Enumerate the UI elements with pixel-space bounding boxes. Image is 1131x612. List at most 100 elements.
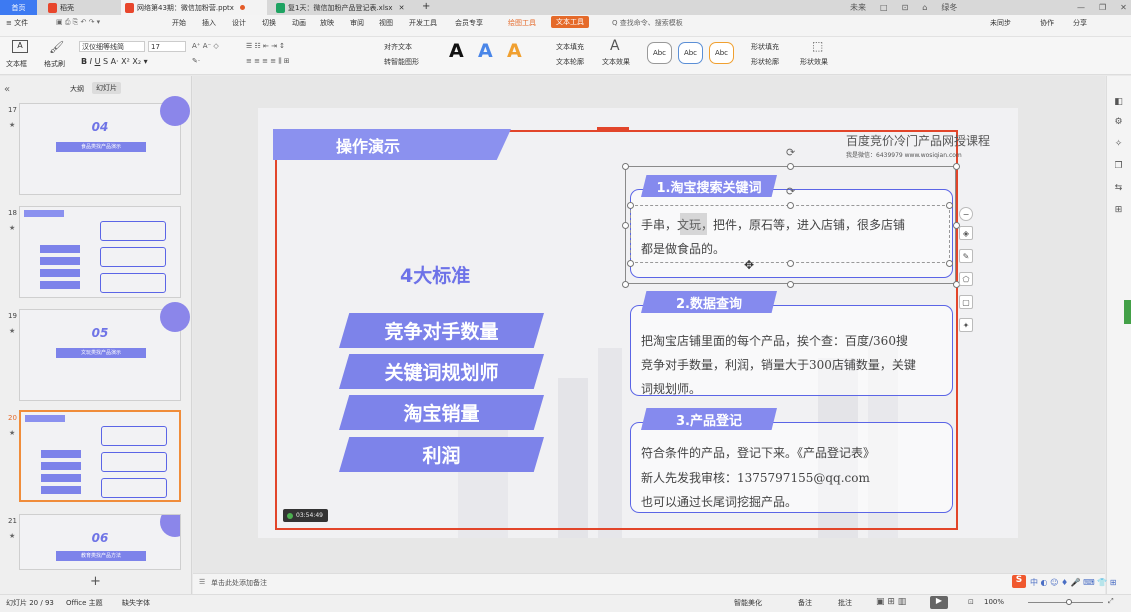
collab-button[interactable]: 协作 [1040,18,1054,28]
shape-effect-button[interactable]: 形状效果 [800,57,828,67]
fit-icon[interactable]: ⊡ [968,598,974,606]
slide-thumbnail-20[interactable] [19,410,181,502]
screen-icon[interactable]: ⊡ [902,3,909,12]
list-buttons[interactable]: ☰ ☷ ⇤ ⇥ ↕ [246,42,285,50]
smart-beautify[interactable]: 智能美化 [734,598,762,608]
add-slide-button[interactable]: + [90,574,101,589]
notes-placeholder[interactable]: 单击此处添加备注 [211,578,267,588]
font-name-select[interactable]: 汉仪细等线简 [79,41,145,52]
resize-handle[interactable] [787,260,794,267]
zoom-level[interactable]: 100% [984,598,1004,606]
align-text-button[interactable]: 对齐文本 [384,42,412,52]
play-slideshow-icon[interactable]: ▶ [930,596,948,609]
resize-handle[interactable] [787,202,794,209]
standard-item-1[interactable]: 竞争对手数量 [339,313,544,348]
slide-thumbnail-21[interactable]: 06 教育类找产品方法 [19,514,181,570]
shape-style-2[interactable]: Abc [678,42,703,64]
rotate-handle-icon[interactable]: ⟳ [786,146,795,159]
menu-insert[interactable]: 插入 [202,18,216,28]
tab-xlsx[interactable]: 复1天：微信加粉产品登记表.xlsx ✕ [272,0,412,15]
font-size-select[interactable]: 17 [148,41,186,52]
slide-title[interactable]: 操作演示 [273,129,511,160]
text-style-black[interactable]: A [449,40,464,62]
close-icon[interactable]: ✕ [1120,3,1127,12]
section-text-line[interactable]: 竞争对手数量，利润，销量大于300店铺数量，关键 [641,353,916,377]
resize-handle[interactable] [622,281,629,288]
minimize-icon[interactable]: — [1077,3,1085,12]
bulb-icon[interactable]: ✦ [959,318,973,332]
resize-handle[interactable] [627,202,634,209]
align-buttons[interactable]: ≡ ≡ ≡ ≡ ⫼ ⊞ [246,57,290,66]
slide-thumbnail-18[interactable] [19,206,181,298]
shape-style-1[interactable]: Abc [647,42,672,64]
shape-effect-icon[interactable]: ⬚ [812,39,823,53]
menu-animation[interactable]: 动画 [292,18,306,28]
adjust-icon[interactable]: ⚙ [1113,117,1124,128]
font-size-buttons[interactable]: A⁺ A⁻ ◇ [192,42,219,50]
search-command[interactable]: Q 查找命令、搜索模板 [612,18,683,28]
textbox-icon[interactable]: A [12,40,28,53]
font-style-buttons[interactable]: B I U S A· X² X₂ ▾ [81,57,148,66]
text-outline-button[interactable]: 文本轮廓 [556,57,584,67]
smart-art-button[interactable]: 转智能图形 [384,57,419,67]
theme-name[interactable]: Office 主题 [66,598,103,608]
skin-icon[interactable]: ⌂ [922,3,927,12]
frame-icon[interactable]: ▢ [959,295,973,309]
section-text-line[interactable]: 新人先发我审核：1375797155@qq.com [641,466,870,490]
standards-heading[interactable]: 4大标准 [400,261,470,288]
close-tab-icon[interactable]: ✕ [399,4,405,12]
menu-start[interactable]: 开始 [172,18,186,28]
standard-item-4[interactable]: 利润 [339,437,544,472]
slide-thumbnail-19[interactable]: 05 文玩类找产品演示 [19,302,190,401]
brand-text[interactable]: 百度竞价冷门产品网授课程 [846,132,990,149]
account-label[interactable]: 未来 [850,2,866,13]
home-tab[interactable]: 首页 [0,0,37,15]
clear-format-icon[interactable]: ✎· [192,57,200,65]
text-fill-button[interactable]: 文本填充 [556,42,584,52]
brand-subtext[interactable]: 我是微信：6439979 www.wosiqian.com [846,150,962,159]
restore-icon[interactable]: ❐ [1099,3,1106,12]
view-mode-icons[interactable]: ▣ ⊞ ▥ [876,597,906,607]
section-header-2[interactable]: 2.数据查询 [641,291,777,313]
section-text-line[interactable]: 把淘宝店铺里面的每个产品，挨个查：百度/360搜 [641,329,908,353]
collapse-icon[interactable]: − [959,207,973,221]
copy-icon[interactable]: ❐ [1113,161,1124,172]
format-painter-icon[interactable]: 🖌 [49,40,64,54]
layers-icon[interactable]: ◈ [959,226,973,240]
resize-handle[interactable] [946,260,953,267]
section-text-line[interactable]: 也可以通过长尾词挖掘产品。 [641,490,797,514]
transition-icon[interactable]: ⇆ [1113,183,1124,194]
missing-font[interactable]: 缺失字体 [122,598,150,608]
menu-drawing-tools[interactable]: 绘图工具 [508,18,536,28]
ime-toolbar[interactable]: 中 ◐ ☺ ♦ 🎤 ⌨ 👕 ⊞ [1030,577,1116,588]
menu-developer[interactable]: 开发工具 [409,18,437,28]
notes-toggle[interactable]: 备注 [798,598,812,608]
pen-icon[interactable]: ✎ [959,249,973,263]
new-tab-button[interactable]: + [422,1,430,12]
menu-design[interactable]: 设计 [232,18,246,28]
collapse-panel-icon[interactable]: « [4,84,10,95]
standard-item-3[interactable]: 淘宝销量 [339,395,544,430]
text-effect-icon[interactable]: A [610,38,620,54]
share-button[interactable]: 分享 [1073,18,1087,28]
menu-review[interactable]: 审阅 [350,18,364,28]
menu-transition[interactable]: 切换 [262,18,276,28]
user-label[interactable]: 绿冬 [941,2,957,13]
tab-docer[interactable]: 稻壳 [44,0,116,15]
fullscreen-icon[interactable]: ⤢ [1108,597,1114,606]
resize-handle[interactable] [953,163,960,170]
layout-icon[interactable]: □ [880,3,888,12]
zoom-slider-thumb[interactable] [1066,599,1072,605]
animation-icon[interactable]: ✧ [1113,139,1124,150]
section-header-3[interactable]: 3.产品登记 [641,408,777,430]
resize-handle[interactable] [946,202,953,209]
resize-handle[interactable] [787,281,794,288]
resize-handle[interactable] [622,163,629,170]
shape-outline-button[interactable]: 形状轮廓 [751,57,779,67]
resize-handle[interactable] [622,222,629,229]
standard-item-2[interactable]: 关键词规划师 [339,354,544,389]
text-effect-button[interactable]: 文本效果 [602,57,630,67]
menu-text-tools[interactable]: 文本工具 [551,16,589,28]
sync-status[interactable]: 未同步 [990,18,1011,28]
side-green-tab[interactable] [1124,300,1131,324]
